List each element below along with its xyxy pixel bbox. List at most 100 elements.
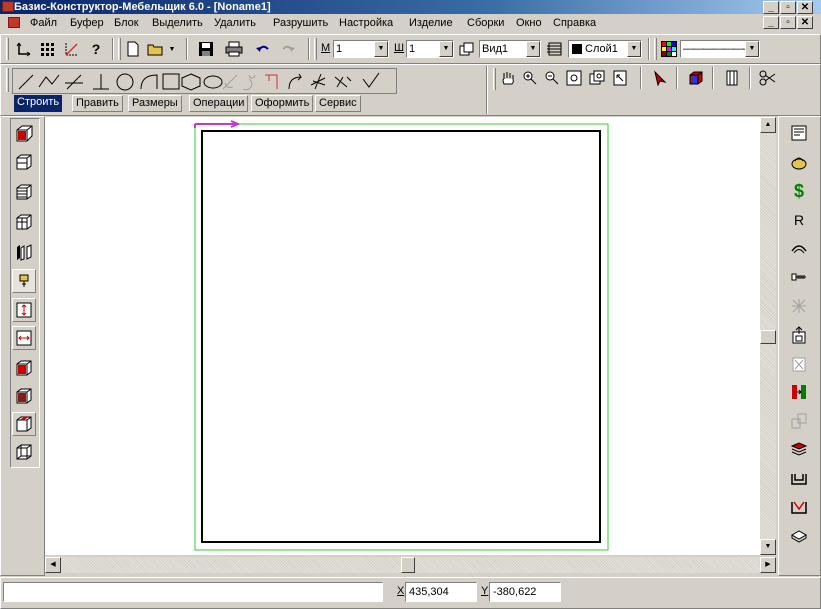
properties-icon[interactable] [787, 121, 811, 145]
document-icon[interactable] [8, 17, 20, 28]
hardware-disabled-icon[interactable] [787, 294, 811, 318]
toolbar-grip[interactable] [314, 38, 317, 60]
undo-icon[interactable] [253, 39, 273, 59]
merge-icon[interactable] [787, 495, 811, 519]
toolbar-grip[interactable] [6, 38, 9, 60]
zoom-in-icon[interactable] [520, 68, 540, 88]
sheet-icon[interactable] [787, 524, 811, 548]
scroll-left-button[interactable]: ◀ [45, 557, 61, 573]
y-coordinate-field[interactable]: -380,622 [489, 582, 561, 602]
toolbar-grip[interactable] [118, 38, 121, 60]
grid-icon[interactable] [37, 39, 57, 59]
layer-combo[interactable]: Слой1 ▼ [568, 40, 642, 58]
cabinet-partition-icon[interactable] [12, 210, 36, 234]
minimize-button[interactable]: _ [763, 1, 779, 14]
w-combo[interactable]: 1 ▼ [406, 40, 454, 58]
zoom-previous-icon[interactable] [610, 68, 630, 88]
doc-restore-button[interactable]: ▫ [780, 16, 796, 29]
chevron-down-icon[interactable]: ▼ [526, 41, 540, 57]
panel-disabled-icon[interactable] [787, 352, 811, 376]
panel-rectangle[interactable] [201, 130, 601, 543]
materials-icon[interactable] [787, 150, 811, 174]
cube-wireframe-icon[interactable] [12, 440, 36, 464]
ortho-icon[interactable] [62, 39, 82, 59]
bend-icon[interactable] [787, 236, 811, 260]
tab-edit[interactable]: Править [72, 95, 123, 112]
zoom-all-icon[interactable] [587, 68, 607, 88]
array-disabled-icon[interactable] [787, 409, 811, 433]
toolbar-grip[interactable] [6, 68, 9, 92]
menu-delete[interactable]: Удалить [214, 16, 256, 31]
color-palette-icon[interactable] [659, 39, 679, 59]
zoom-out-icon[interactable] [542, 68, 562, 88]
new-file-icon[interactable] [123, 39, 143, 59]
menu-block[interactable]: Блок [114, 16, 139, 31]
edge-icon[interactable] [12, 269, 36, 293]
vertical-scroll-thumb[interactable] [760, 330, 776, 344]
solid-view-icon[interactable] [686, 68, 706, 88]
stack-icon[interactable] [787, 437, 811, 461]
chevron-down-icon[interactable]: ▼ [439, 41, 453, 57]
scroll-right-button[interactable]: ▶ [760, 557, 776, 573]
scissors-icon[interactable] [758, 68, 778, 88]
cost-icon[interactable]: $ [787, 179, 811, 203]
menu-settings[interactable]: Настройка [339, 16, 393, 31]
select-arrow-icon[interactable] [650, 68, 670, 88]
title-bar[interactable]: Базис-Конструктор-Мебельщик 6.0 - [Nonam… [0, 0, 821, 14]
menu-buffer[interactable]: Буфер [70, 16, 104, 31]
chevron-down-icon[interactable]: ▼ [627, 41, 641, 57]
cube-front-icon[interactable] [12, 356, 36, 380]
toolbar-grip[interactable] [654, 38, 657, 60]
save-icon[interactable] [196, 39, 216, 59]
panel-view-icon[interactable] [722, 68, 742, 88]
vertical-dimension-icon[interactable] [12, 298, 36, 322]
menu-assemblies[interactable]: Сборки [467, 16, 504, 31]
tab-build[interactable]: Строить [14, 95, 63, 112]
view-combo[interactable]: Вид1 ▼ [479, 40, 541, 58]
radius-icon[interactable]: R [787, 208, 811, 232]
open-dropdown-icon[interactable]: ▼ [166, 39, 178, 59]
open-folder-icon[interactable] [146, 39, 166, 59]
joint-icon[interactable] [787, 380, 811, 404]
help-button[interactable]: ? [86, 39, 106, 59]
x-coordinate-field[interactable]: 435,304 [405, 582, 477, 602]
furniture-box-icon[interactable] [12, 121, 36, 145]
doc-close-button[interactable]: ✕ [797, 16, 813, 29]
scroll-up-button[interactable]: ▲ [760, 117, 776, 133]
line-style-combo[interactable]: ——————— ▼ [680, 40, 760, 58]
restore-button[interactable]: ▫ [780, 1, 796, 14]
menu-help[interactable]: Справка [553, 16, 596, 31]
axis-icon[interactable] [14, 39, 34, 59]
fastener-icon[interactable] [787, 265, 811, 289]
close-button[interactable]: ✕ [797, 1, 813, 14]
panel-up-icon[interactable] [787, 323, 811, 347]
redo-icon[interactable] [278, 39, 298, 59]
cabinet-drawers-icon[interactable] [12, 180, 36, 204]
cabinet-shelf-icon[interactable] [12, 150, 36, 174]
tab-service[interactable]: Сервис [315, 95, 361, 112]
horizontal-dimension-icon[interactable] [12, 326, 36, 350]
cube-side-icon[interactable] [12, 384, 36, 408]
menu-explode[interactable]: Разрушить [273, 16, 328, 31]
side-panel-icon[interactable] [12, 240, 36, 264]
pan-hand-icon[interactable] [498, 68, 518, 88]
zoom-window-icon[interactable] [564, 68, 584, 88]
tab-dimensions[interactable]: Размеры [128, 95, 182, 112]
layers-icon[interactable] [545, 39, 565, 59]
tray-icon[interactable] [787, 466, 811, 490]
print-icon[interactable] [224, 39, 244, 59]
menu-product[interactable]: Изделие [409, 16, 453, 31]
drawing-canvas[interactable] [45, 117, 760, 555]
menu-file[interactable]: Файл [30, 16, 57, 31]
menu-window[interactable]: Окно [516, 16, 542, 31]
chevron-down-icon[interactable]: ▼ [745, 41, 759, 57]
tab-operations[interactable]: Операции [189, 95, 249, 112]
m-combo[interactable]: 1 ▼ [333, 40, 389, 58]
cube-axes-icon[interactable] [12, 412, 36, 436]
tab-format[interactable]: Оформить [251, 95, 314, 112]
menu-select[interactable]: Выделить [152, 16, 203, 31]
scroll-down-button[interactable]: ▼ [760, 539, 776, 555]
horizontal-scroll-thumb[interactable] [401, 557, 415, 573]
views-icon[interactable] [458, 39, 478, 59]
toolbar-grip[interactable] [493, 68, 496, 90]
